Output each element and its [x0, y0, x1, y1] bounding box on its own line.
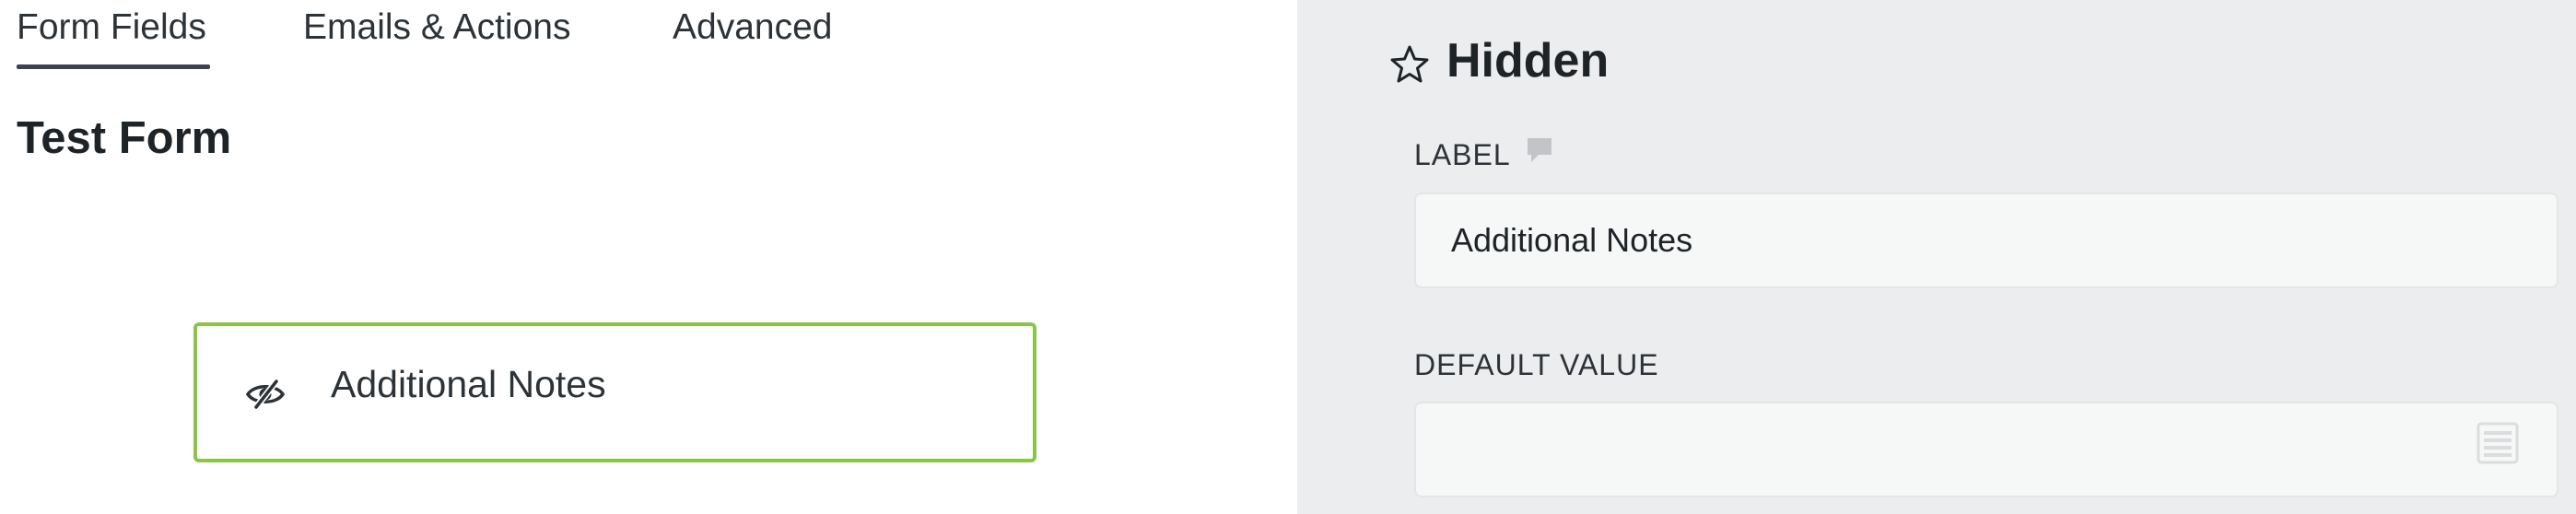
star-outline-icon[interactable] [1389, 44, 1430, 85]
field-label: Additional Notes [331, 363, 606, 405]
form-builder-canvas: Form Fields Emails & Actions Advanced Te… [0, 0, 1297, 514]
tab-form-fields[interactable]: Form Fields [17, 7, 206, 48]
hidden-field-card[interactable]: Additional Notes [193, 322, 1036, 462]
eye-slash-icon [245, 379, 286, 410]
label-section-heading: LABEL [1414, 138, 1511, 171]
tab-advanced[interactable]: Advanced [673, 7, 832, 48]
label-input[interactable] [1414, 193, 2558, 288]
default-value-heading: DEFAULT VALUE [1414, 348, 1659, 381]
tab-emails-actions[interactable]: Emails & Actions [303, 7, 570, 48]
comment-icon[interactable] [1526, 136, 1553, 166]
default-value-input[interactable] [1414, 402, 2558, 497]
list-icon[interactable] [2476, 422, 2519, 464]
field-settings-panel: Hidden LABEL DEFAULT VALUE [1297, 0, 2576, 514]
panel-title: Hidden [1446, 34, 1610, 88]
active-tab-indicator [17, 64, 210, 69]
form-title: Test Form [17, 113, 232, 163]
